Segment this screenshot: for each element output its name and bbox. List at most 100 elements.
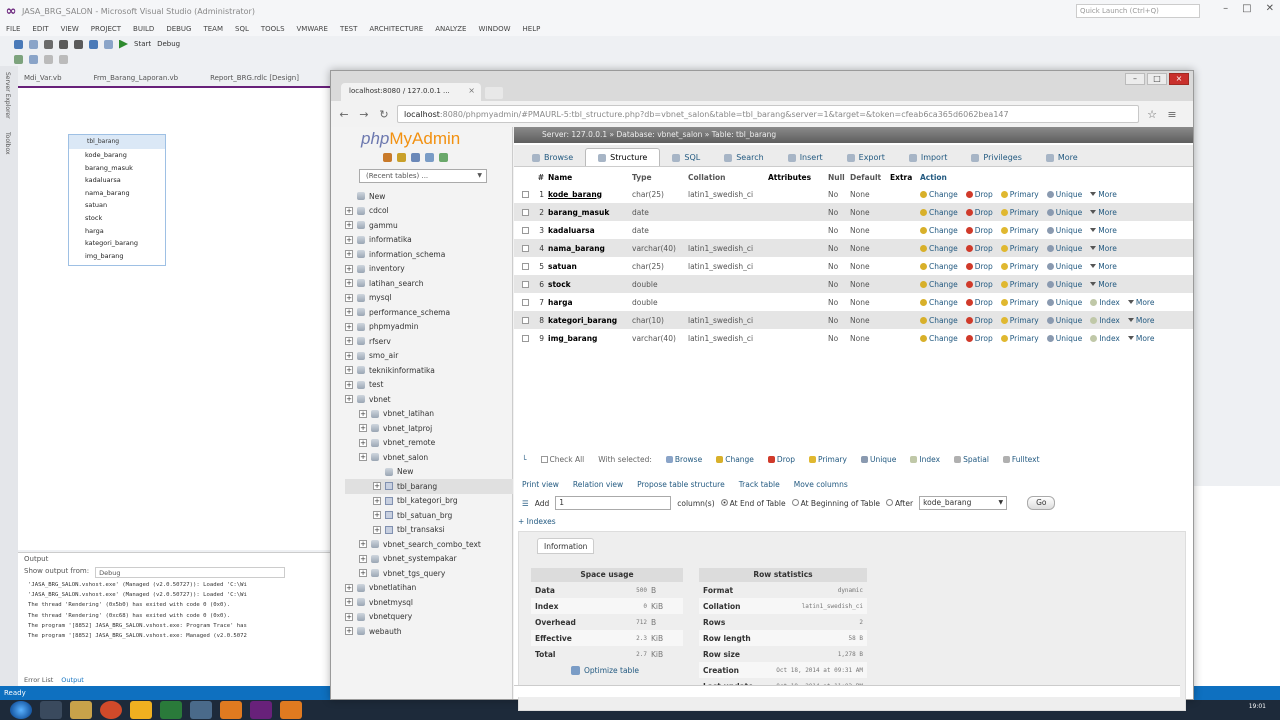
browser-tab[interactable]: localhost:8080 / 127.0.0.1 ... × (341, 83, 481, 101)
cell-name[interactable]: kadaluarsa (548, 226, 632, 235)
reload-icon[interactable]: ↻ (377, 108, 391, 121)
database-tree-item[interactable]: + information_schema (345, 247, 513, 262)
media-taskbar-icon[interactable] (130, 701, 152, 719)
menu-test[interactable]: TEST (340, 25, 357, 33)
checkbox[interactable] (522, 316, 529, 324)
row-checkbox[interactable] (514, 208, 534, 216)
drop-action[interactable]: Drop (965, 262, 993, 271)
app-taskbar-icon[interactable] (280, 701, 302, 719)
expand-toggle-icon[interactable]: + (345, 293, 353, 302)
change-action[interactable]: Change (920, 316, 958, 325)
logout-icon[interactable] (397, 153, 406, 162)
expand-toggle-icon[interactable]: + (345, 351, 353, 360)
output-tab[interactable]: Output (61, 676, 84, 684)
database-tree-item[interactable]: + phpmyadmin (345, 320, 513, 335)
windows-start-button[interactable] (10, 701, 32, 719)
menu-team[interactable]: TEAM (203, 25, 223, 33)
dataset-field[interactable]: nama_barang (69, 187, 165, 200)
primary-action[interactable]: Primary (1000, 280, 1039, 289)
database-tree-item[interactable]: + inventory (345, 262, 513, 277)
more-action[interactable]: More (1127, 316, 1154, 325)
drop-action[interactable]: Drop (965, 280, 993, 289)
home-icon[interactable] (383, 153, 392, 162)
row-checkbox[interactable] (514, 262, 534, 270)
expand-toggle-icon[interactable]: + (359, 438, 367, 447)
index-action[interactable]: Index (1090, 298, 1120, 307)
dataset-field[interactable]: kadaluarsa (69, 174, 165, 187)
expand-toggle-icon[interactable]: + (345, 380, 353, 389)
xampp-taskbar-icon[interactable] (220, 701, 242, 719)
new-item[interactable]: New (345, 465, 513, 480)
check-all-checkbox[interactable]: Check All (540, 455, 584, 464)
dataset-field[interactable]: kode_barang (69, 149, 165, 162)
folder-taskbar-icon[interactable] (70, 701, 92, 719)
more-action[interactable]: More (1090, 208, 1117, 217)
expand-toggle-icon[interactable]: + (359, 554, 367, 563)
restore-icon[interactable]: □ (1147, 73, 1167, 85)
tab-structure[interactable]: Structure (585, 148, 661, 166)
menu-analyze[interactable]: ANALYZE (435, 25, 466, 33)
change-action[interactable]: Change (920, 190, 958, 199)
menu-tools[interactable]: TOOLS (261, 25, 285, 33)
add-column-count-input[interactable]: 1 (555, 496, 672, 510)
unique-action[interactable]: Unique (1046, 316, 1082, 325)
indexes-toggle-link[interactable]: + Indexes (518, 517, 556, 526)
change-action[interactable]: Change (920, 334, 958, 343)
dataset-field[interactable]: barang_masuk (69, 162, 165, 175)
database-tree-item[interactable]: + vbnet_latproj (345, 421, 513, 436)
primary-action[interactable]: Primary (1000, 190, 1039, 199)
expand-toggle-icon[interactable]: + (373, 482, 381, 491)
row-checkbox[interactable] (514, 244, 534, 252)
tab-import[interactable]: Import (897, 149, 960, 166)
database-tree-item[interactable]: + vbnetlatihan (345, 581, 513, 596)
close-icon[interactable]: ✕ (1266, 3, 1274, 14)
menu-build[interactable]: BUILD (133, 25, 154, 33)
row-checkbox[interactable] (514, 226, 534, 234)
cell-name[interactable]: kategori_barang (548, 316, 632, 325)
tab-sql[interactable]: SQL (660, 149, 712, 166)
go-button[interactable]: Go (1027, 496, 1056, 510)
unique-action[interactable]: Unique (1046, 226, 1082, 235)
index-action[interactable]: Index (1090, 316, 1120, 325)
primary-action[interactable]: Primary (1000, 262, 1039, 271)
checkbox[interactable] (522, 334, 529, 342)
back-arrow-icon[interactable]: ← (337, 108, 351, 121)
menu-view[interactable]: VIEW (61, 25, 79, 33)
more-action[interactable]: More (1090, 226, 1117, 235)
expand-toggle-icon[interactable]: + (345, 250, 353, 259)
solution-configuration-select[interactable]: Debug (157, 40, 180, 48)
more-action[interactable]: More (1127, 298, 1154, 307)
drop-action[interactable]: Drop (965, 316, 993, 325)
table-tree-item[interactable]: + tbl_barang (345, 479, 513, 494)
minimize-icon[interactable]: – (1223, 3, 1228, 14)
save-icon[interactable] (59, 39, 68, 49)
tool-track-table-link[interactable]: Track table (739, 480, 780, 489)
cell-name[interactable]: img_barang (548, 334, 632, 343)
expand-toggle-icon[interactable]: + (373, 496, 381, 505)
new-project-icon[interactable] (44, 39, 53, 49)
dataset-field[interactable]: stock (69, 212, 165, 225)
row-checkbox[interactable] (514, 334, 534, 342)
more-action[interactable]: More (1090, 244, 1117, 253)
menu-window[interactable]: WINDOW (478, 25, 510, 33)
tab-insert[interactable]: Insert (776, 149, 835, 166)
error-list-tab[interactable]: Error List (24, 676, 53, 684)
toolbar-icon[interactable] (14, 54, 23, 64)
primary-action[interactable]: Primary (1000, 298, 1039, 307)
expand-toggle-icon[interactable]: + (345, 395, 353, 404)
checkbox[interactable] (522, 226, 529, 234)
expand-toggle-icon[interactable]: + (345, 221, 353, 230)
menu-help[interactable]: HELP (523, 25, 541, 33)
undo-icon[interactable] (89, 39, 98, 49)
visual-studio-taskbar-icon[interactable] (250, 701, 272, 719)
server-explorer-tab[interactable]: Server Explorer (4, 72, 11, 119)
doc-tab-frm-barang-laporan[interactable]: Frm_Barang_Laporan.vb (94, 74, 179, 86)
save-all-icon[interactable] (74, 39, 83, 49)
explorer-taskbar-icon[interactable] (40, 701, 62, 719)
dataset-field[interactable]: kategori_barang (69, 237, 165, 250)
expand-toggle-icon[interactable]: + (345, 264, 353, 273)
database-tree-item[interactable]: + latihan_search (345, 276, 513, 291)
maximize-icon[interactable]: □ (1242, 3, 1251, 14)
tool-move-columns-link[interactable]: Move columns (794, 480, 848, 489)
tab-search[interactable]: Search (712, 149, 775, 166)
